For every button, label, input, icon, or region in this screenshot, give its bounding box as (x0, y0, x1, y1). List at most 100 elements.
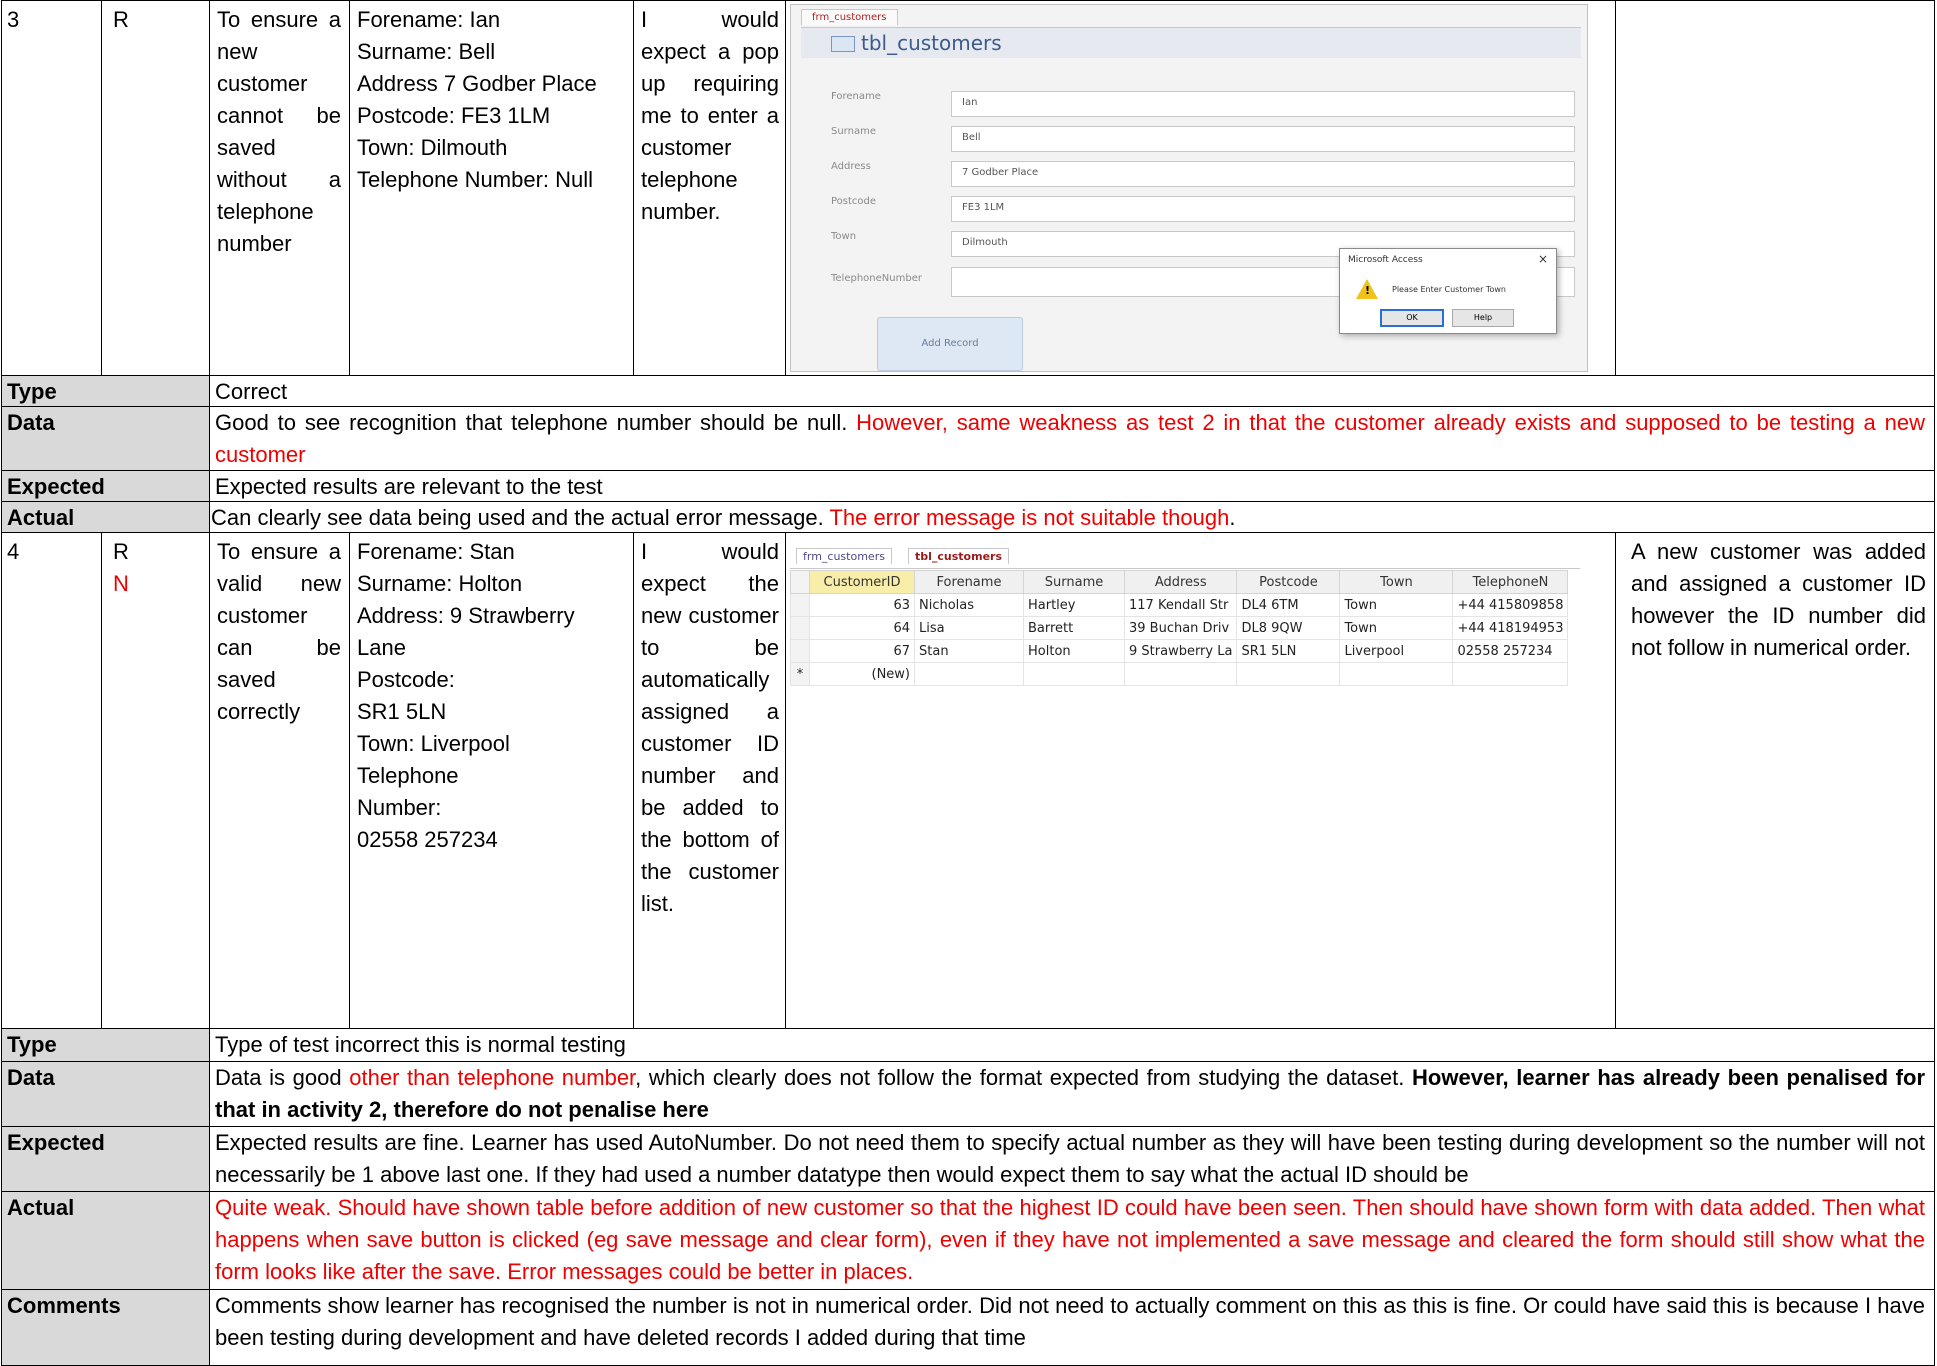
table-row: 64 Lisa Barrett 39 Buchan Driv DL8 9QW T… (790, 616, 1569, 640)
form-screenshot: frm_customers tbl_customers Forename Ian… (790, 4, 1588, 372)
table-cell: Hartley (1023, 593, 1125, 617)
test-purpose: To ensure a valid new customer can be sa… (217, 539, 341, 724)
form-header: tbl_customers (801, 27, 1581, 58)
column-header: Surname (1023, 570, 1125, 594)
table-cell: Town (1339, 616, 1454, 640)
type-text: Correct (215, 379, 288, 404)
data-line: Surname: Bell (357, 39, 496, 64)
table-cell: DL8 9QW (1236, 616, 1341, 640)
new-record-marker: * (790, 662, 810, 686)
tab-tbl-customers: tbl_customers (908, 548, 1010, 564)
table-cell: 63 (809, 593, 915, 617)
table-cell: Barrett (1023, 616, 1125, 640)
data-label: Data (7, 1065, 55, 1090)
column-header: Postcode (1236, 570, 1341, 594)
data-feedback-text-2: , which clearly does not follow the form… (635, 1065, 1405, 1090)
data-feedback: Good to see recognition that telephone n… (215, 407, 1925, 471)
new-record-row: * (New) (790, 662, 1569, 686)
table-cell: Liverpool (1339, 639, 1454, 663)
row-selector (790, 639, 810, 663)
data-line: Town: Dilmouth (357, 135, 508, 160)
type-label: Type (7, 379, 57, 404)
table-cell: 117 Kendall Str (1123, 593, 1238, 617)
table-cell: DL4 6TM (1236, 593, 1341, 617)
data-line: Postcode: FE3 1LM (357, 103, 551, 128)
table-cell (1236, 662, 1341, 686)
data-line: Forename: Stan (357, 539, 515, 564)
data-line: Town: Liverpool (357, 731, 510, 756)
table-cell: 02558 257234 (1452, 639, 1569, 663)
actual-label: Actual (7, 505, 75, 530)
field-label: Postcode (831, 196, 877, 207)
dialog-message: Please Enter Customer Town (1392, 285, 1506, 294)
data-line: Surname: Holton (357, 571, 523, 596)
expected-label: Expected (7, 1130, 105, 1155)
table-cell (1023, 662, 1125, 686)
test-type-letter: R (113, 7, 129, 32)
actual-label: Actual (7, 1195, 75, 1220)
data-line: Number: (357, 795, 442, 820)
dialog-title: Microsoft Access (1348, 255, 1423, 265)
table-cell: 64 (809, 616, 915, 640)
ok-button: OK (1380, 309, 1444, 327)
data-feedback-text: Data is good (215, 1065, 342, 1090)
table-cell: Holton (1023, 639, 1125, 663)
actual-feedback-red: The error message is not suitable though (829, 505, 1230, 530)
column-header: CustomerID (809, 570, 915, 594)
row-selector (790, 616, 810, 640)
test-type-letter: R (113, 539, 129, 564)
row-selector (790, 593, 810, 617)
row-selector-header (790, 570, 810, 594)
column-header: Address (1123, 570, 1238, 594)
table-icon (831, 36, 855, 52)
table-cell (1452, 662, 1569, 686)
forename-field: Ian (951, 91, 1575, 117)
table-cell: 9 Strawberry La (1123, 639, 1238, 663)
data-label: Data (7, 410, 55, 435)
table-cell: Stan (914, 639, 1024, 663)
column-header: Town (1339, 570, 1454, 594)
close-icon: × (1537, 252, 1548, 266)
table-row: 63 Nicholas Hartley 117 Kendall Str DL4 … (790, 593, 1569, 617)
actual-feedback: Can clearly see data being used and the … (211, 502, 1235, 534)
form-title: tbl_customers (861, 31, 1002, 55)
table-cell: +44 415809858 (1452, 593, 1569, 617)
table-cell: SR1 5LN (1236, 639, 1341, 663)
table-cell: Lisa (914, 616, 1024, 640)
data-line: Forename: Ian (357, 7, 501, 32)
field-label: Surname (831, 126, 876, 137)
data-line: Postcode: (357, 667, 455, 692)
data-line: SR1 5LN (357, 699, 447, 724)
data-feedback: Data is good other than telephone number… (215, 1062, 1925, 1126)
data-feedback-text: Good to see recognition that telephone n… (215, 410, 848, 435)
test-type-correction: N (113, 571, 129, 596)
surname-field: Bell (951, 126, 1575, 152)
tab-bar: frm_customers tbl_customers (790, 546, 1580, 569)
data-line: Address 7 Godber Place (357, 71, 597, 96)
help-button: Help (1452, 309, 1514, 327)
comments-feedback: Comments show learner has recognised the… (215, 1293, 1925, 1350)
expected-feedback: Expected results are relevant to the tes… (215, 474, 603, 499)
type-text: Type of test incorrect this is normal te… (215, 1032, 626, 1057)
test-number: 3 (7, 7, 20, 32)
actual-feedback-text: Can clearly see data being used and the … (211, 505, 824, 530)
field-label: TelephoneNumber (831, 273, 922, 284)
form-tab: frm_customers (801, 9, 898, 25)
error-dialog: Microsoft Access × ! Please Enter Custom… (1339, 248, 1557, 334)
address-field: 7 Godber Place (951, 161, 1575, 187)
data-line: Address: 9 Strawberry Lane (357, 603, 575, 660)
data-line: Telephone (357, 763, 459, 788)
actual-feedback-end: . (1229, 505, 1236, 530)
expected-result: I would expect the new customer to be au… (641, 539, 779, 916)
table-cell: +44 418194953 (1452, 616, 1569, 640)
test-data: Forename: Ian Surname: Bell Address 7 Go… (357, 4, 629, 196)
comments-label: Comments (7, 1293, 121, 1318)
table-row: 67 Stan Holton 9 Strawberry La SR1 5LN L… (790, 639, 1569, 663)
data-line: 02558 257234 (357, 827, 498, 852)
table-cell: Nicholas (914, 593, 1024, 617)
column-header: Forename (914, 570, 1024, 594)
table-cell (1339, 662, 1454, 686)
type-label: Type (7, 1032, 57, 1057)
actual-feedback: Quite weak. Should have shown table befo… (215, 1195, 1925, 1284)
customer-table: CustomerID Forename Surname Address Post… (790, 570, 1569, 686)
